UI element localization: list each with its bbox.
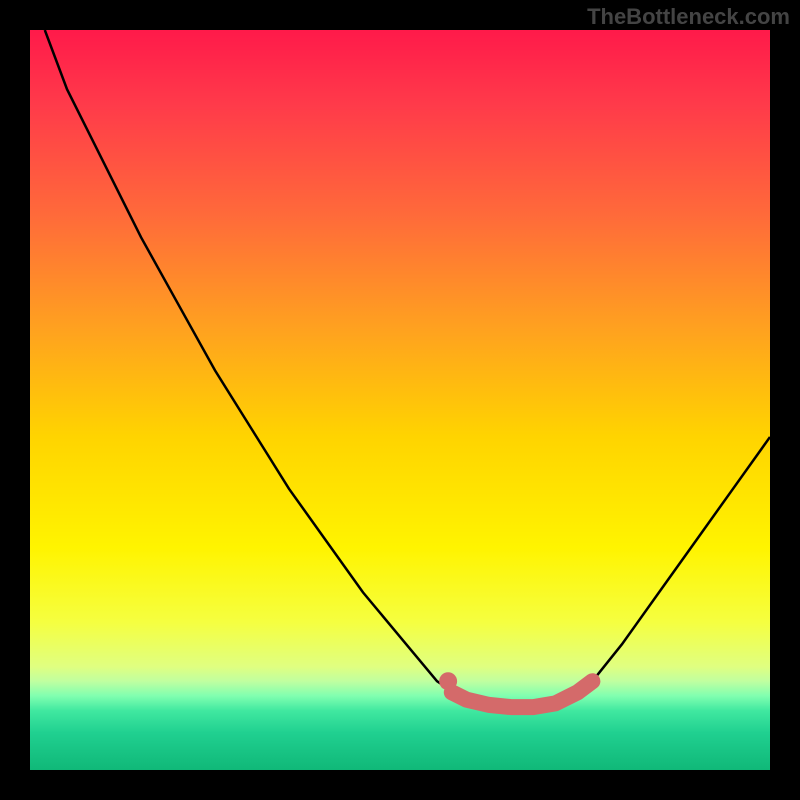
chart-container: TheBottleneck.com (0, 0, 800, 800)
watermark-text: TheBottleneck.com (587, 4, 790, 30)
highlight-dot (439, 672, 457, 690)
gradient-rect (30, 30, 770, 770)
plot-area (30, 30, 770, 770)
chart-svg (30, 30, 770, 770)
